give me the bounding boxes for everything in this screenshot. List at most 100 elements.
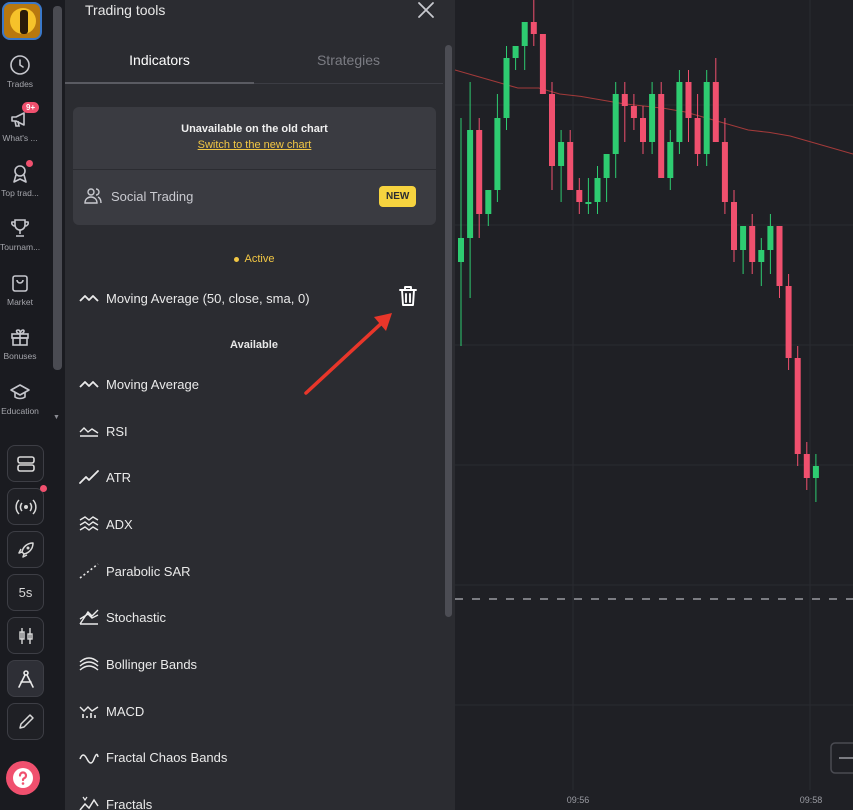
- indicator-adx[interactable]: ADX: [79, 514, 133, 534]
- sidebar-item-label: Top trad...: [1, 188, 39, 198]
- panel-scrollbar[interactable]: [443, 0, 455, 810]
- signals-button[interactable]: [7, 488, 44, 525]
- candle: [594, 178, 601, 202]
- avatar[interactable]: [2, 2, 42, 40]
- chaos-icon: [79, 753, 99, 764]
- wave-icon: [79, 381, 99, 388]
- indicator-label: MACD: [106, 703, 145, 719]
- indicators-button[interactable]: [7, 660, 44, 697]
- price-chart[interactable]: 09:56 09:58: [454, 0, 853, 810]
- notice-title: Unavailable on the old chart: [181, 123, 328, 135]
- help-button[interactable]: [6, 761, 40, 795]
- active-label: Active: [244, 253, 275, 265]
- candle: [812, 466, 819, 478]
- x-axis-label: 09:58: [800, 795, 823, 805]
- candle: [767, 226, 774, 250]
- trash-icon[interactable]: [398, 285, 418, 307]
- divider: [73, 169, 436, 170]
- candle: [667, 142, 674, 178]
- candle: [585, 202, 592, 204]
- close-icon[interactable]: [417, 1, 435, 19]
- candle: [567, 142, 574, 190]
- candle: [576, 190, 583, 202]
- wave-icon: [79, 295, 99, 302]
- sidebar-item-label: Education: [1, 406, 39, 416]
- candle: [467, 130, 474, 238]
- gift-icon: [11, 329, 29, 346]
- timeframe-button[interactable]: 5s: [7, 574, 44, 611]
- candle: [458, 238, 464, 262]
- sidebar-item-bonuses[interactable]: Bonuses: [0, 326, 40, 361]
- sidebar-item-whats-new[interactable]: What's ...: [0, 108, 40, 143]
- notice-card: Unavailable on the old chart Switch to t…: [73, 107, 436, 225]
- indicator-label: ATR: [106, 469, 132, 485]
- switch-chart-link[interactable]: Switch to the new chart: [73, 139, 436, 151]
- indicator-rsi[interactable]: RSI: [79, 421, 128, 441]
- scroll-thumb[interactable]: [445, 45, 452, 617]
- indicator-macd[interactable]: MACD: [79, 701, 144, 721]
- sidebar-item-top-traders[interactable]: Top trad...: [0, 163, 40, 198]
- indicator-parabolic-sar[interactable]: Parabolic SAR: [79, 561, 191, 581]
- social-trading-item[interactable]: Social Trading: [83, 186, 193, 206]
- left-rail: Trades What's ... 9+ Top trad... Tournam…: [0, 0, 50, 810]
- candle: [703, 82, 710, 154]
- boost-button[interactable]: [7, 531, 44, 568]
- sidebar-scrollbar[interactable]: ▼: [50, 0, 65, 810]
- sidebar-item-tournaments[interactable]: Tournam...: [0, 217, 40, 252]
- candle: [658, 94, 665, 178]
- bag-icon: [12, 275, 28, 292]
- tab-indicators[interactable]: Indicators: [65, 42, 254, 84]
- stochastic-icon: [79, 609, 99, 625]
- sidebar-item-label: Bonuses: [3, 351, 37, 361]
- layout-button[interactable]: [7, 445, 44, 482]
- candle: [676, 82, 683, 142]
- candle: [549, 94, 555, 166]
- panel-title: Trading tools: [85, 2, 166, 18]
- candle: [512, 46, 519, 58]
- macd-icon: [79, 706, 99, 718]
- bands-icon: [79, 657, 99, 671]
- notification-dot: [40, 485, 47, 492]
- active-indicator-row[interactable]: Moving Average (50, close, sma, 0): [79, 288, 310, 308]
- active-section-label: Active: [65, 253, 443, 265]
- chart-canvas[interactable]: 09:56 09:58: [454, 0, 853, 810]
- adx-icon: [79, 516, 99, 531]
- rsi-icon: [79, 427, 99, 437]
- clock-icon: [10, 55, 30, 75]
- candle: [758, 250, 765, 262]
- indicator-label: Parabolic SAR: [106, 563, 191, 579]
- indicator-bollinger-bands[interactable]: Bollinger Bands: [79, 654, 197, 674]
- indicator-moving-average[interactable]: Moving Average: [79, 374, 199, 394]
- tab-strategies[interactable]: Strategies: [254, 42, 443, 84]
- candle: [612, 94, 619, 154]
- candle: [694, 118, 701, 154]
- candle: [476, 130, 483, 214]
- sidebar-item-education[interactable]: Education: [0, 381, 40, 416]
- annotation-arrow-icon: [304, 313, 392, 395]
- candle: [649, 94, 656, 142]
- indicator-atr[interactable]: ATR: [79, 467, 131, 487]
- candle: [685, 82, 692, 118]
- compass-icon: [17, 669, 34, 688]
- users-icon: [84, 188, 102, 204]
- candle: [640, 118, 646, 142]
- candle: [503, 58, 510, 118]
- candle: [740, 226, 747, 250]
- tab-bar: Indicators Strategies: [65, 42, 443, 84]
- atr-icon: [79, 470, 99, 484]
- indicator-stochastic[interactable]: Stochastic: [79, 607, 166, 627]
- chart-type-button[interactable]: [7, 617, 44, 654]
- cap-icon: [10, 384, 30, 400]
- pencil-icon: [18, 713, 34, 729]
- drawing-button[interactable]: [7, 703, 44, 740]
- indicator-fractal-chaos-bands[interactable]: Fractal Chaos Bands: [79, 747, 227, 767]
- scroll-down-icon[interactable]: ▼: [53, 414, 60, 421]
- indicator-fractals[interactable]: Fractals: [79, 794, 152, 810]
- candle: [558, 142, 565, 166]
- sidebar-item-trades[interactable]: Trades: [0, 54, 40, 89]
- sidebar-item-market[interactable]: Market: [0, 272, 40, 307]
- candle: [749, 226, 756, 262]
- scroll-thumb[interactable]: [53, 6, 62, 370]
- candles-icon: [18, 627, 33, 644]
- signal-icon: [14, 498, 37, 515]
